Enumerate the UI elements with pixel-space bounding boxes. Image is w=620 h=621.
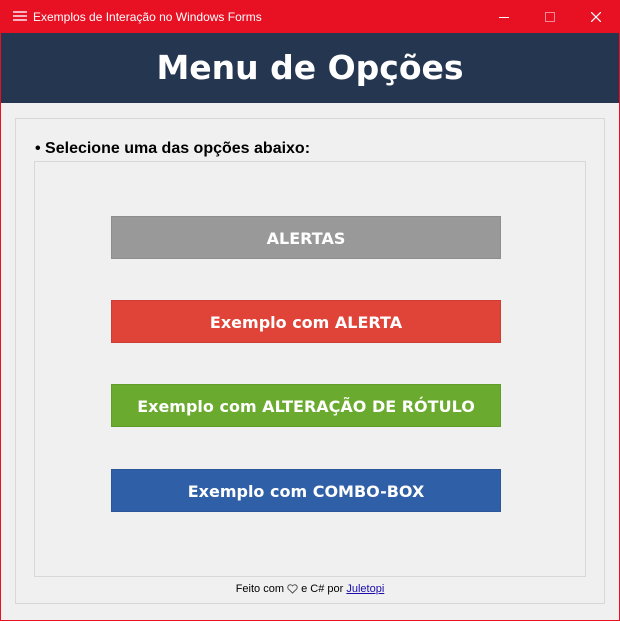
maximize-icon bbox=[545, 12, 555, 22]
footer-credits: Feito com e C# por Juletopi bbox=[1, 583, 619, 595]
minimize-icon bbox=[499, 17, 509, 18]
footer-middle: e C# por bbox=[301, 583, 344, 595]
title-bar[interactable]: Exemplos de Interação no Windows Forms bbox=[1, 1, 619, 33]
app-list-icon[interactable] bbox=[13, 11, 27, 23]
exemplo-alerta-button[interactable]: Exemplo com ALERTA bbox=[111, 300, 501, 343]
close-button[interactable] bbox=[573, 1, 619, 33]
exemplo-combo-box-button[interactable]: Exemplo com COMBO-BOX bbox=[111, 469, 501, 512]
minimize-button[interactable] bbox=[481, 1, 527, 33]
author-link[interactable]: Juletopi bbox=[346, 583, 384, 595]
footer-prefix: Feito com bbox=[235, 583, 284, 595]
close-icon bbox=[591, 12, 601, 22]
header-banner: Menu de Opções bbox=[1, 33, 619, 103]
window-title: Exemplos de Interação no Windows Forms bbox=[33, 10, 262, 24]
exemplo-alteracao-rotulo-button[interactable]: Exemplo com ALTERAÇÃO DE RÓTULO bbox=[111, 384, 501, 427]
app-window: Exemplos de Interação no Windows Forms M… bbox=[0, 0, 620, 621]
select-option-label: • Selecione uma das opções abaixo: bbox=[35, 140, 311, 157]
maximize-button bbox=[527, 1, 573, 33]
heart-icon bbox=[287, 584, 298, 594]
alertas-button[interactable]: ALERTAS bbox=[111, 216, 501, 259]
page-title: Menu de Opções bbox=[156, 48, 464, 87]
